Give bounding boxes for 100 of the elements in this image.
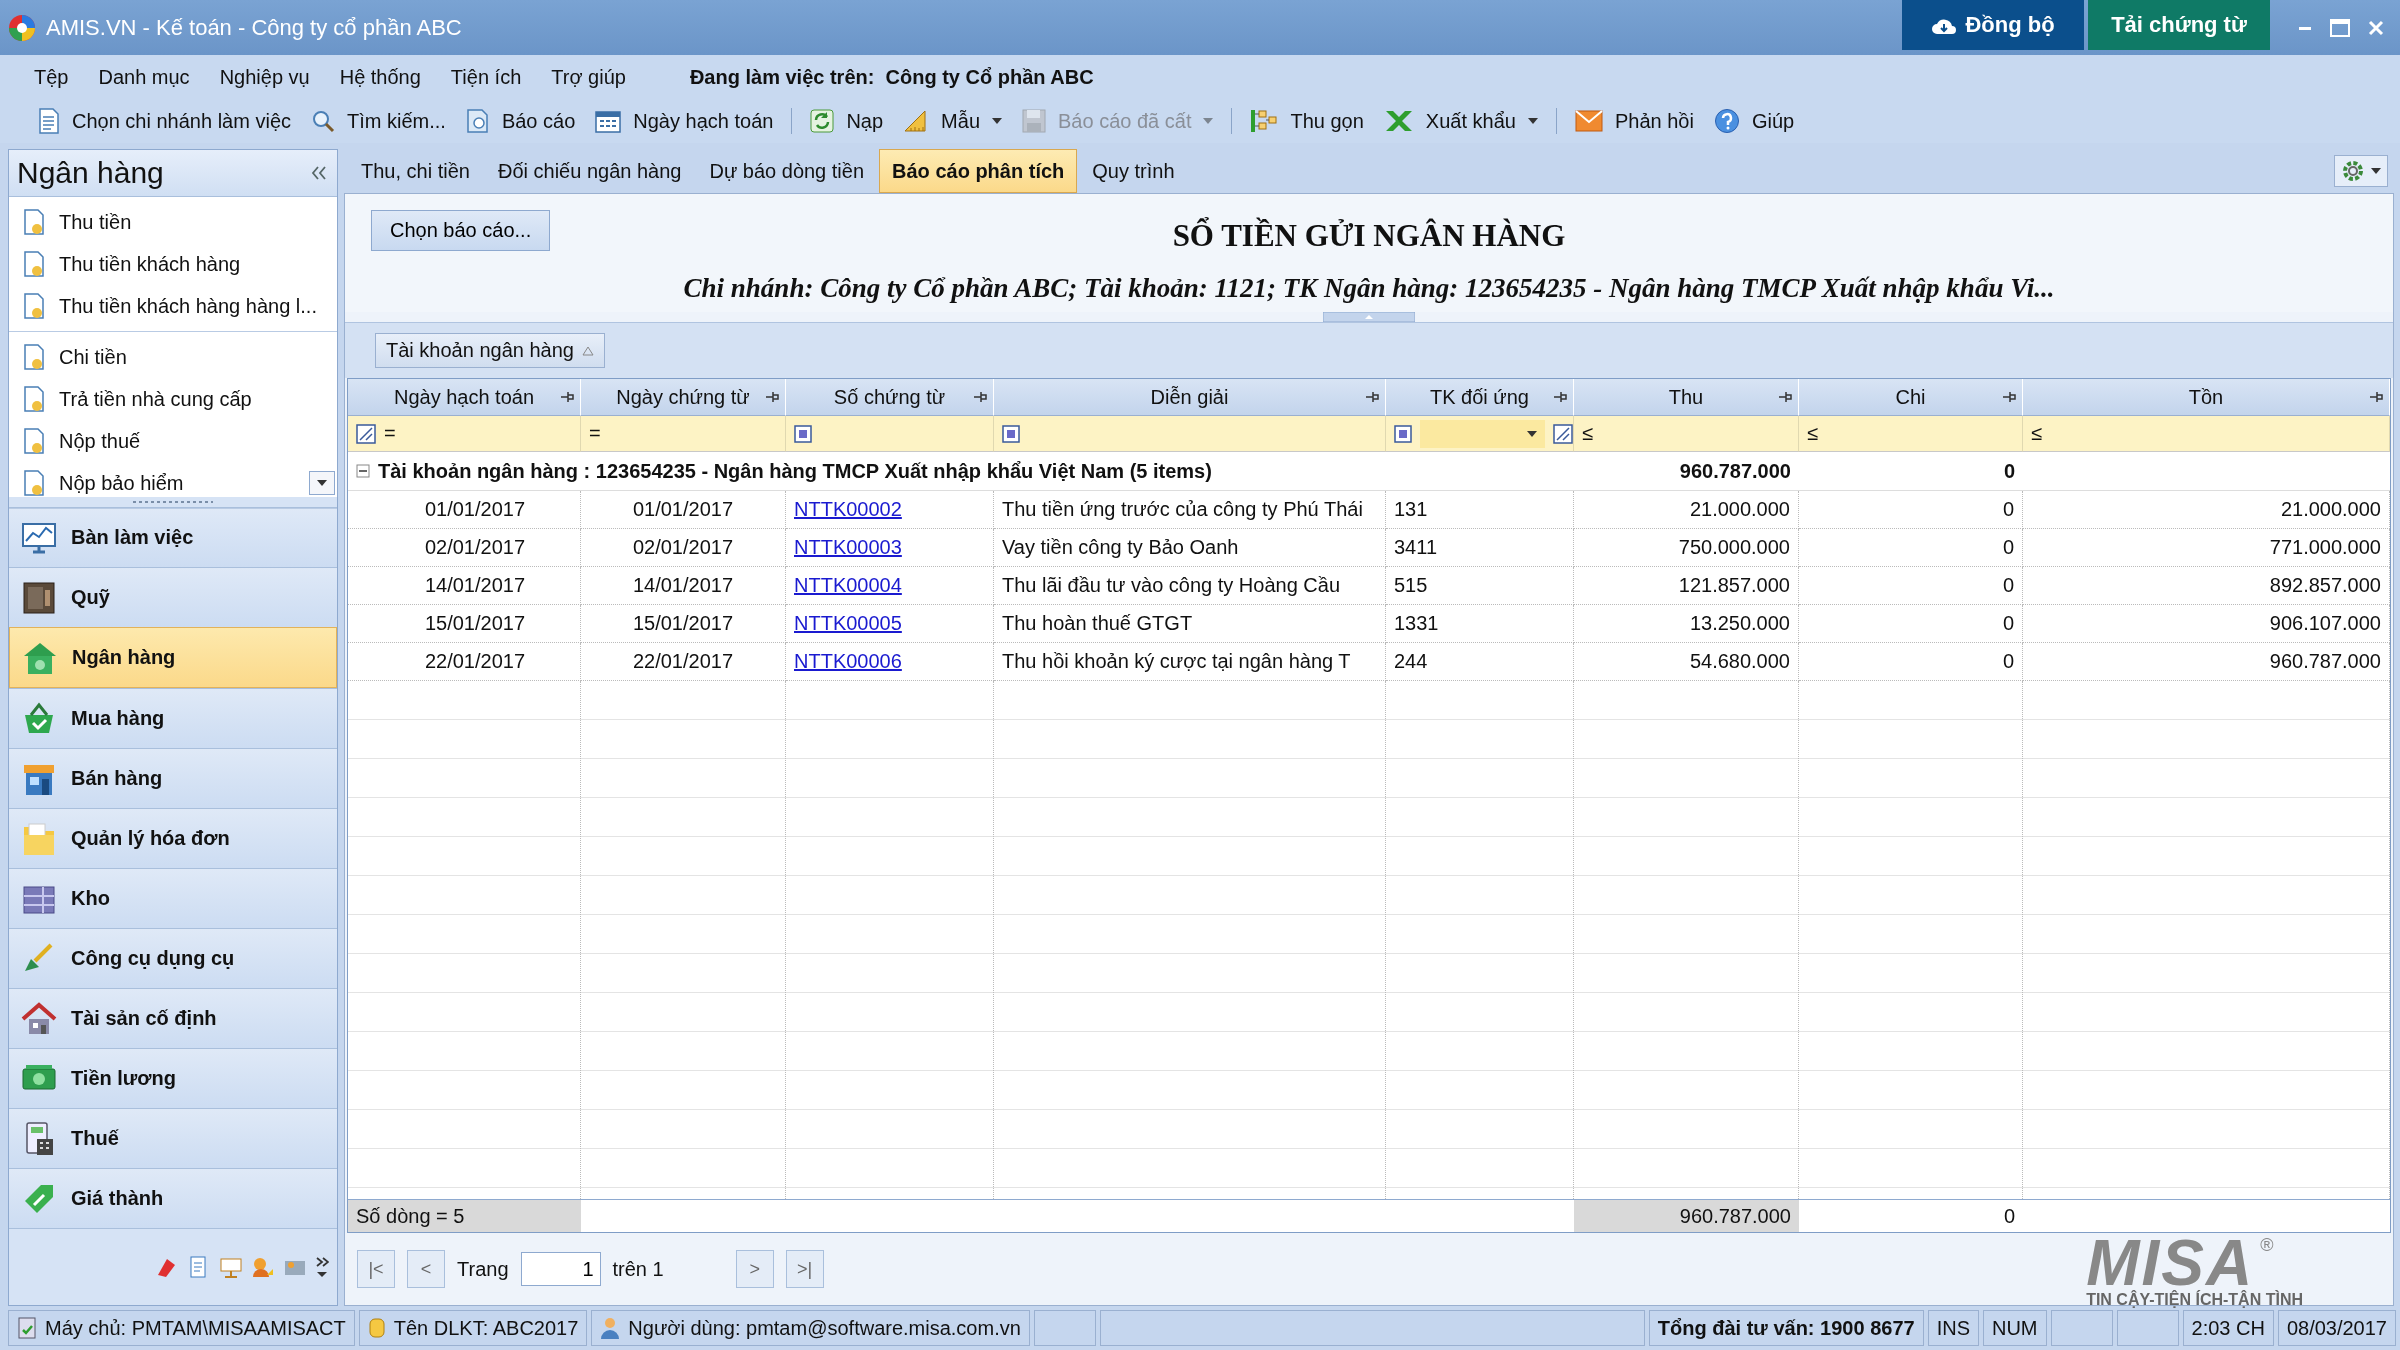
task-item[interactable]: Nộp bảo hiểm <box>9 462 337 504</box>
task-item[interactable]: Chi tiền <box>9 336 337 378</box>
task-item[interactable]: Thu tiền <box>9 201 337 243</box>
module-item[interactable]: Tài sản cố định <box>9 988 337 1048</box>
menu-item[interactable]: Tiện ích <box>446 61 526 93</box>
first-page-button[interactable]: |< <box>357 1250 395 1288</box>
document-icon <box>23 293 45 319</box>
task-item[interactable]: Thu tiền khách hàng hàng l... <box>9 285 337 327</box>
column-header[interactable]: Ngày chứng từ <box>581 379 786 416</box>
filter-operator[interactable]: = <box>589 422 601 445</box>
people-icon[interactable] <box>251 1255 275 1279</box>
task-item[interactable]: Nộp thuế <box>9 420 337 462</box>
menu-item[interactable]: Nghiệp vụ <box>215 61 314 93</box>
pin-icon[interactable] <box>2002 391 2016 403</box>
toolbar-button[interactable]: Ngày hạch toán <box>587 106 782 136</box>
close-icon[interactable] <box>2368 19 2384 36</box>
filter-edit-icon[interactable] <box>356 423 376 444</box>
collapse-icon[interactable] <box>311 166 327 180</box>
maximize-icon[interactable] <box>2330 18 2350 37</box>
menu-item[interactable]: Danh mục <box>94 61 194 93</box>
task-label: Nộp bảo hiểm <box>59 471 184 495</box>
logo-tagline: TIN CẬY-TIỆN ÍCH-TẬN TÌNH <box>2086 1291 2303 1309</box>
tab[interactable]: Dự báo dòng tiền <box>696 149 878 193</box>
column-header[interactable]: Tồn <box>2023 379 2390 416</box>
caret-icon <box>992 118 1002 124</box>
module-item[interactable]: Quỹ <box>9 567 337 627</box>
pin-icon[interactable] <box>765 391 779 403</box>
checkbox-icon[interactable] <box>1002 424 1020 443</box>
toolbar-button[interactable]: Tìm kiếm... <box>303 106 454 136</box>
document-link[interactable]: NTTK00006 <box>794 650 902 673</box>
tab[interactable]: Báo cáo phân tích <box>879 149 1078 193</box>
document-link[interactable]: NTTK00002 <box>794 498 902 521</box>
toolbar-button[interactable]: Giúp <box>1705 105 1803 137</box>
task-item[interactable]: Trả tiền nhà cung cấp <box>9 378 337 420</box>
group-by-chip[interactable]: Tài khoản ngân hàng <box>375 333 605 368</box>
pin-icon[interactable] <box>1778 391 1792 403</box>
choose-report-button[interactable]: Chọn báo cáo... <box>371 210 551 251</box>
grip-icon[interactable] <box>133 500 213 504</box>
module-item[interactable]: Bán hàng <box>9 748 337 808</box>
toolbar-button[interactable]: Phản hồi <box>1566 106 1702 136</box>
toolbar-button[interactable]: Báo cáo <box>457 105 584 137</box>
column-header[interactable]: Thu <box>1574 379 1799 416</box>
filter-operator[interactable]: = <box>384 422 396 445</box>
pin-icon[interactable] <box>1365 391 1379 403</box>
document-link[interactable]: NTTK00003 <box>794 536 902 559</box>
module-item[interactable]: Ngân hàng <box>9 627 337 688</box>
column-header[interactable]: Diễn giải <box>994 379 1386 416</box>
settings-button[interactable] <box>2334 155 2388 187</box>
toolbar-button[interactable]: Nạp <box>802 106 892 136</box>
presentation-icon[interactable] <box>219 1255 243 1279</box>
module-item[interactable]: Bàn làm việc <box>9 507 337 567</box>
menu-item[interactable]: Hệ thống <box>335 61 425 93</box>
toolbar-button[interactable]: Chọn chi nhánh làm việc <box>30 105 299 137</box>
module-item[interactable]: Quản lý hóa đơn <box>9 808 337 868</box>
group-row-label: Tài khoản ngân hàng : 123654235 - Ngân hàng TMCP Xuất nhập khẩu Việt Nam (5 items) <box>378 459 1213 483</box>
module-item[interactable]: Tiền lương <box>9 1048 337 1108</box>
pin-icon[interactable] <box>560 391 574 403</box>
pin-icon[interactable] <box>2369 391 2383 403</box>
more-icon[interactable] <box>315 1256 329 1278</box>
tab[interactable]: Quy trình <box>1079 149 1188 193</box>
column-header[interactable]: Số chứng từ <box>786 379 994 416</box>
column-header[interactable]: Chi <box>1799 379 2023 416</box>
filter-edit-icon[interactable] <box>1553 423 1573 444</box>
column-header[interactable]: Ngày hạch toán <box>348 379 581 416</box>
download-button[interactable]: Tải chứng từ <box>2088 0 2270 50</box>
sync-button[interactable]: Đồng bộ <box>1902 0 2084 50</box>
filter-operator[interactable]: ≤ <box>1582 422 1593 445</box>
checkbox-icon[interactable] <box>1394 424 1412 443</box>
document-link[interactable]: NTTK00004 <box>794 574 902 597</box>
scroll-down-button[interactable] <box>309 471 335 495</box>
module-item[interactable]: Mua hàng <box>9 688 337 748</box>
settings-icon <box>2341 159 2365 183</box>
next-page-button[interactable]: > <box>735 1250 774 1288</box>
module-item[interactable]: Công cụ dụng cụ <box>9 928 337 988</box>
tab[interactable]: Đối chiếu ngân hàng <box>484 149 695 193</box>
checkbox-icon[interactable] <box>794 424 812 443</box>
page-field[interactable]: 1 <box>520 1252 601 1286</box>
module-item[interactable]: Giá thành <box>9 1168 337 1228</box>
toolbar-button[interactable]: Mẫu <box>895 106 1010 136</box>
last-page-button[interactable]: >| <box>785 1250 824 1288</box>
table-cell: 0 <box>2002 536 2014 559</box>
toolbar-button[interactable]: Xuất khẩu <box>1375 106 1546 136</box>
document-link[interactable]: NTTK00005 <box>794 612 902 635</box>
collapse-handle-icon[interactable] <box>1323 312 1415 322</box>
collapse-icon[interactable] <box>356 464 370 478</box>
task-item[interactable]: Thu tiền khách hàng <box>9 243 337 285</box>
module-item[interactable]: Thuế <box>9 1108 337 1168</box>
filter-operator[interactable]: ≤ <box>1807 422 1818 445</box>
menu-item[interactable]: Tệp <box>30 61 73 93</box>
pin-icon[interactable] <box>973 391 987 403</box>
pin-icon[interactable] <box>1553 391 1567 403</box>
menu-item[interactable]: Trợ giúp <box>547 61 630 93</box>
task-label: Thu tiền khách hàng <box>59 252 241 276</box>
module-item[interactable]: Kho <box>9 868 337 928</box>
table-cell: 54.680.000 <box>1689 650 1790 673</box>
column-header[interactable]: TK đối ứng <box>1386 379 1574 416</box>
previous-page-button[interactable]: < <box>407 1250 445 1288</box>
tab[interactable]: Thu, chi tiền <box>348 149 483 193</box>
filter-operator[interactable]: ≤ <box>2031 422 2042 445</box>
toolbar-button[interactable]: Thu gọn <box>1242 105 1372 137</box>
